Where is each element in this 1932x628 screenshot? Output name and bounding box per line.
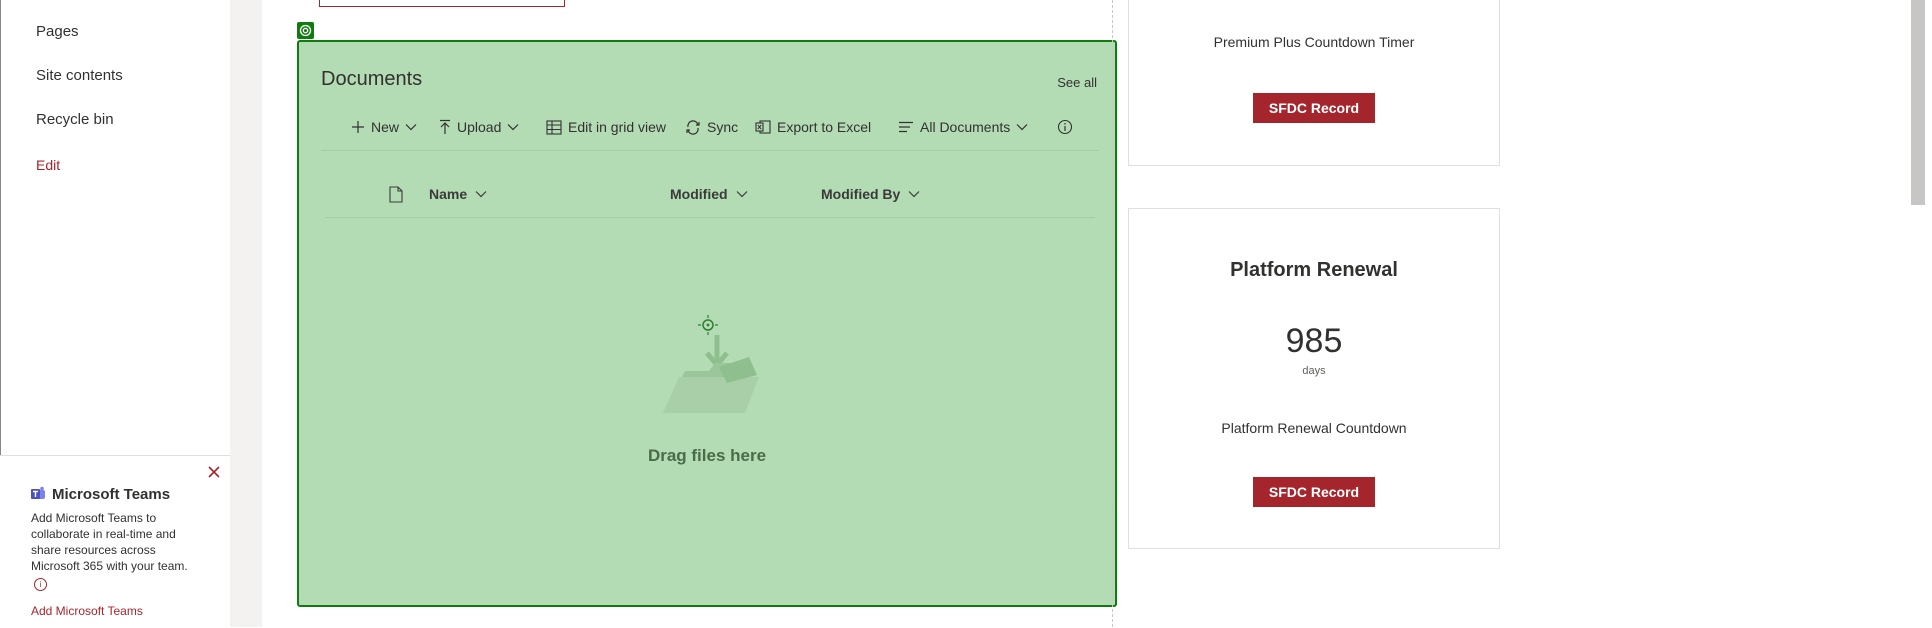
edit-grid-view-label: Edit in grid view [568,119,667,135]
new-button[interactable]: New [351,119,417,135]
column-header-modified-by[interactable]: Modified By [821,186,920,202]
teams-icon [31,486,45,499]
file-type-icon[interactable] [389,186,403,203]
documents-webpart[interactable]: Documents See all New Upload Edit in gri… [297,40,1117,607]
chevron-down-icon [1016,124,1028,131]
chevron-down-icon [736,191,747,198]
teams-panel: Microsoft Teams Add Microsoft Teams to c… [0,455,230,628]
sync-button[interactable]: Sync [685,119,738,135]
chevron-down-icon [507,124,519,131]
add-teams-link[interactable]: Add Microsoft Teams [31,604,143,618]
countdown-value: 985 [1285,322,1343,360]
see-all-link[interactable]: See all [1057,75,1097,90]
upload-button-label: Upload [457,119,502,135]
canvas-gutter [230,0,262,627]
nav-item-site-contents[interactable]: Site contents [36,67,123,84]
sfdc-record-button[interactable]: SFDC Record [1253,477,1375,507]
view-selector-label: All Documents [920,119,1011,135]
column-header-modified[interactable]: Modified [670,186,748,202]
teams-panel-title: Microsoft Teams [52,486,171,503]
sync-icon [686,119,700,135]
command-bar-divider [321,150,1099,151]
drag-files-here-text: Drag files here [647,446,767,465]
grid-icon [546,119,562,135]
nav-item-pages[interactable]: Pages [36,23,79,40]
chevron-down-icon [475,191,487,198]
countdown-card-platform-renewal: Platform Renewal 985 days Platform Renew… [1128,208,1500,549]
nav-item-recycle-bin[interactable]: Recycle bin [36,111,114,128]
section-column-divider [1112,0,1113,627]
column-header-label: Modified By [821,186,901,202]
card-subtitle: Platform Renewal Countdown [1221,420,1407,436]
export-to-excel-label: Export to Excel [777,119,872,135]
info-button[interactable] [1057,119,1073,135]
info-icon [1057,119,1073,135]
scrollbar-thumb[interactable] [1911,0,1925,205]
sfdc-record-button[interactable]: SFDC Record [1253,93,1375,123]
view-selector[interactable]: All Documents [898,119,1028,135]
excel-icon [755,120,771,134]
documents-title: Documents [321,68,423,90]
left-navigation: Pages Site contents Recycle bin Edit Mic… [0,0,231,628]
card-subtitle: Premium Plus Countdown Timer [1213,34,1415,50]
nav-edit-link[interactable]: Edit [36,157,60,173]
previous-section-outline [319,0,565,7]
plus-icon [352,121,364,133]
countdown-card-premium-plus: Premium Plus Countdown Timer SFDC Record [1128,0,1500,166]
countdown-unit: days [1302,365,1326,377]
column-header-label: Modified [670,186,728,202]
chevron-down-icon [908,191,920,198]
vertical-scrollbar[interactable] [1909,0,1932,627]
sync-button-label: Sync [707,119,739,135]
teams-panel-description: Add Microsoft Teams to collaborate in re… [31,511,188,573]
column-header-label: Name [429,186,468,202]
column-header-name[interactable]: Name [429,186,487,202]
close-icon[interactable] [206,464,222,480]
folder-illustration-icon [663,315,759,413]
upload-icon [440,119,450,134]
list-view-icon [899,121,913,133]
webpart-edit-handle-icon[interactable] [297,22,314,39]
chevron-down-icon [405,124,417,131]
header-divider [325,217,1095,218]
card-title: Platform Renewal [1230,259,1398,281]
export-to-excel-button[interactable]: Export to Excel [755,119,871,135]
edit-grid-view-button[interactable]: Edit in grid view [546,119,666,135]
info-icon[interactable]: i [34,578,47,591]
new-button-label: New [371,119,400,135]
upload-button[interactable]: Upload [439,119,519,135]
